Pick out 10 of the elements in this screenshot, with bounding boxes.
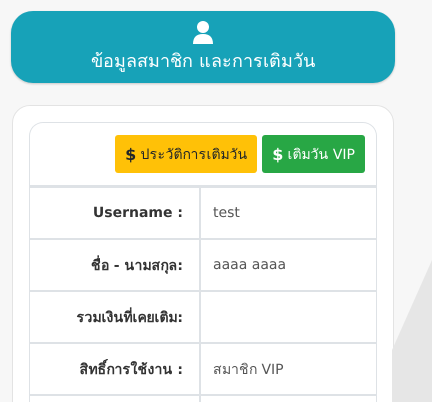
field-value: aaaa aaaa: [213, 257, 286, 273]
field-label: Username :: [92, 205, 183, 221]
action-button[interactable]: $ ประวัติการเติมวัน: [115, 135, 258, 173]
field-value: สมาชิก VIP: [213, 361, 284, 380]
field-label: สิทธิ์การใช้งาน :: [80, 358, 183, 380]
field-label: ชื่อ - นามสกุล:: [90, 254, 183, 276]
field-value: test: [213, 205, 240, 221]
field-label: รวมเงินที่เคยเติม:: [76, 306, 183, 328]
user-icon: [191, 20, 215, 44]
page-title: ข้อมูลสมาชิก และการเติมวัน: [91, 50, 315, 74]
